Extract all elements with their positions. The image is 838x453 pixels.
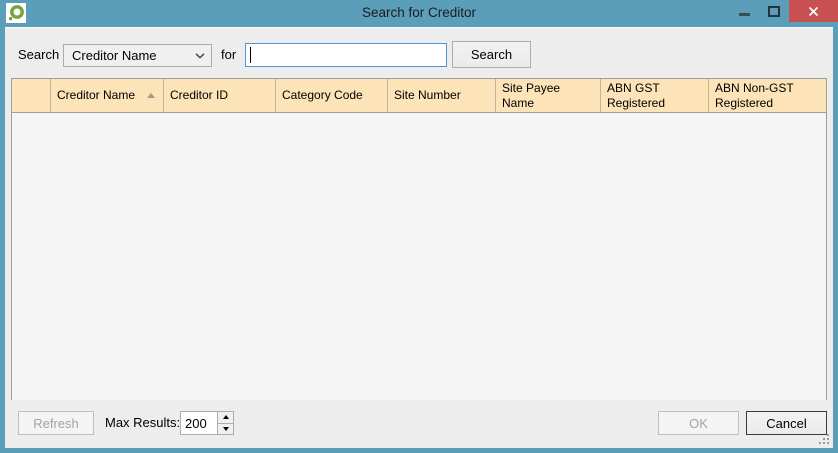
sort-ascending-icon [147,93,155,98]
grid-body-empty [12,113,826,400]
results-grid: Creditor Name Creditor ID Category Code … [11,78,827,400]
minimize-button[interactable] [729,0,759,22]
column-header-site-payee-name[interactable]: Site Payee Name [496,79,601,112]
column-header-creditor-id[interactable]: Creditor ID [164,79,276,112]
max-results-input[interactable] [181,412,217,434]
ok-button[interactable]: OK [658,411,739,435]
dialog-window: Search for Creditor Search Creditor Name… [0,0,838,453]
cancel-button[interactable]: Cancel [746,411,827,435]
maximize-button[interactable] [759,0,789,22]
search-field-dropdown[interactable]: Creditor Name [63,44,212,67]
max-results-spinner [180,411,234,435]
refresh-button[interactable]: Refresh [18,411,94,435]
column-header-category-code[interactable]: Category Code [276,79,388,112]
column-header-creditor-name[interactable]: Creditor Name [51,79,164,112]
search-query-input[interactable] [245,43,447,67]
spinner-up-button[interactable] [218,412,233,424]
spinner-buttons [217,412,233,434]
search-button[interactable]: Search [452,41,531,68]
dialog-content: Search Creditor Name for Search Creditor… [5,27,833,448]
text-caret [250,47,251,63]
window-title: Search for Creditor [0,0,838,27]
search-label: Search [18,44,59,66]
close-button[interactable] [789,0,838,22]
minimize-icon [739,13,750,16]
arrow-down-icon [223,427,229,431]
chevron-down-icon [195,53,205,59]
arrow-up-icon [223,415,229,419]
column-header-abn-gst-registered[interactable]: ABN GST Registered [601,79,709,112]
column-header-row-selector[interactable] [12,79,51,112]
column-header-site-number[interactable]: Site Number [388,79,496,112]
titlebar: Search for Creditor [0,0,838,27]
search-field-value: Creditor Name [72,48,195,63]
grid-header-row: Creditor Name Creditor ID Category Code … [12,79,826,113]
max-results-label: Max Results: [105,412,180,434]
resize-grip[interactable] [818,433,831,446]
spinner-down-button[interactable] [218,424,233,435]
close-icon [808,6,819,17]
for-label: for [221,44,236,66]
column-header-abn-non-gst-registered[interactable]: ABN Non-GST Registered [709,79,826,112]
maximize-icon [768,6,780,17]
window-controls [729,0,838,22]
